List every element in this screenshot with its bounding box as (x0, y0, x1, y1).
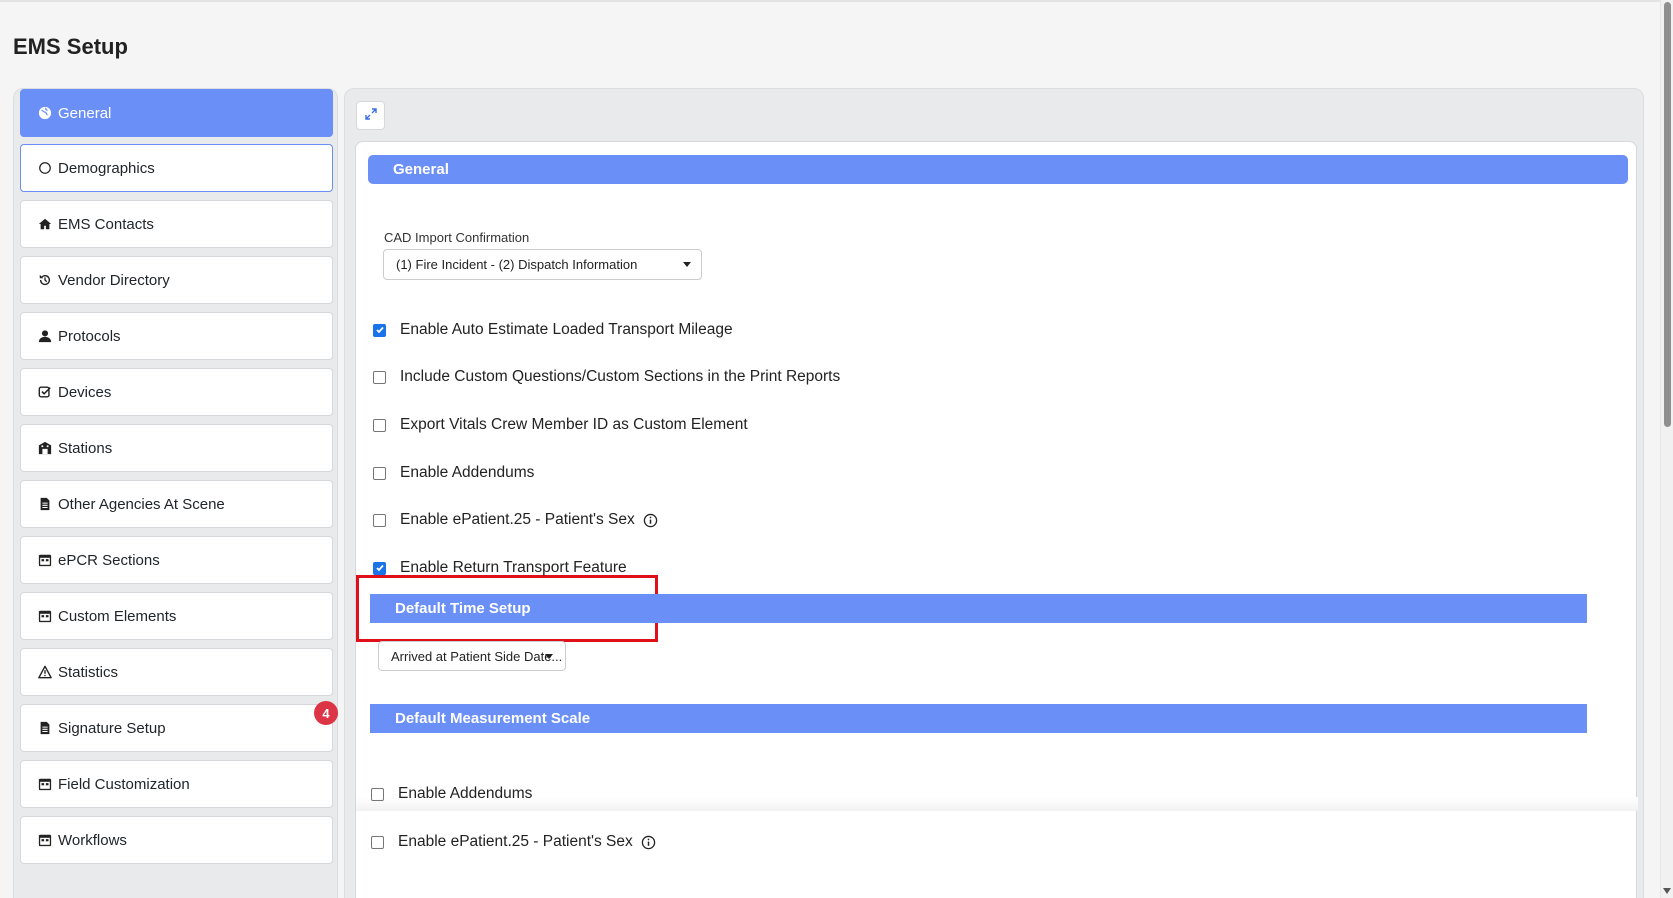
sidebar-item-protocols[interactable]: Protocols (20, 312, 333, 360)
section-divider (356, 797, 1638, 811)
checkbox-label: Enable Addendums (398, 785, 533, 802)
default-time-value: Arrived at Patient Side Date... (391, 648, 563, 664)
calendar-icon (38, 777, 52, 791)
sidebar-item-other-agencies[interactable]: Other Agencies At Scene (20, 480, 333, 528)
checkbox-patient-sex[interactable] (373, 513, 386, 527)
file-icon (38, 497, 52, 511)
sidebar-item-label: Devices (58, 383, 112, 401)
checkbox-custom-questions[interactable] (373, 370, 386, 384)
checkbox-auto-estimate[interactable] (373, 323, 386, 337)
checkbox-label: Enable Return Transport Feature (400, 559, 627, 576)
checkbox-row-export-vitals: Export Vitals Crew Member ID as Custom E… (373, 416, 748, 434)
checkbox-row-addendums-2: Enable Addendums (371, 785, 532, 803)
circle-icon (38, 161, 52, 175)
sidebar-item-label: Vendor Directory (58, 271, 170, 289)
file-icon (38, 721, 52, 735)
sidebar-item-stations[interactable]: Stations (20, 424, 333, 472)
settings-card: General CAD Import Confirmation (1) Fire… (355, 141, 1638, 898)
checkbox-return-transport[interactable] (373, 561, 386, 575)
checkbox-label: Enable ePatient.25 - Patient's Sex (398, 833, 633, 850)
expand-icon (364, 107, 377, 125)
checkbox-row-auto-estimate: Enable Auto Estimate Loaded Transport Mi… (373, 321, 733, 339)
top-border (0, 0, 1660, 2)
checkbox-patient-sex-2[interactable] (371, 835, 384, 849)
checkbox-label: Enable Auto Estimate Loaded Transport Mi… (400, 321, 733, 338)
user-icon (38, 329, 52, 343)
sidebar-item-vendor-directory[interactable]: Vendor Directory (20, 256, 333, 304)
sidebar-item-label: General (58, 104, 112, 122)
sidebar-item-demographics[interactable]: Demographics (20, 144, 333, 192)
sidebar-item-ems-contacts[interactable]: EMS Contacts (20, 200, 333, 248)
sidebar-item-label: Statistics (58, 663, 119, 681)
building-icon (38, 441, 52, 455)
sidebar-item-label: EMS Contacts (58, 215, 154, 233)
sidebar-item-label: Demographics (58, 159, 155, 177)
sidebar-item-label: Custom Elements (58, 607, 177, 625)
info-icon[interactable] (641, 835, 656, 850)
globe-icon (38, 106, 52, 120)
checkbox-label: Export Vitals Crew Member ID as Custom E… (400, 416, 748, 433)
default-time-select[interactable]: Arrived at Patient Side Date... (378, 641, 566, 671)
sidebar-item-label: Field Customization (58, 775, 190, 793)
sidebar-item-label: Stations (58, 439, 113, 457)
sidebar-item-label: Signature Setup (58, 719, 166, 737)
chevron-down-icon (545, 654, 553, 659)
sidebar-item-label: ePCR Sections (58, 551, 160, 569)
sidebar-item-epcr-sections[interactable]: ePCR Sections (20, 536, 333, 584)
scrollbar-thumb[interactable] (1664, 2, 1671, 427)
calendar-icon (38, 833, 52, 847)
checkbox-label: Include Custom Questions/Custom Sections… (400, 368, 841, 385)
warning-icon (38, 665, 52, 679)
cad-import-label: CAD Import Confirmation (384, 230, 530, 245)
sidebar-item-label: Other Agencies At Scene (58, 495, 225, 513)
sidebar-item-statistics[interactable]: Statistics (20, 648, 333, 696)
main-panel: General CAD Import Confirmation (1) Fire… (344, 88, 1644, 898)
cad-import-select[interactable]: (1) Fire Incident - (2) Dispatch Informa… (383, 249, 702, 280)
page-scrollbar[interactable] (1660, 0, 1673, 898)
notification-badge: 4 (314, 701, 338, 725)
page-title: EMS Setup (13, 34, 128, 59)
section-header-measurement-scale: Default Measurement Scale (370, 704, 1587, 733)
cad-import-value: (1) Fire Incident - (2) Dispatch Informa… (396, 257, 638, 272)
scroll-down-arrow-icon[interactable] (1663, 888, 1671, 894)
chevron-down-icon (683, 262, 691, 267)
history-icon (38, 273, 52, 287)
sidebar-item-label: Workflows (58, 831, 127, 849)
checkbox-row-return-transport: Enable Return Transport Feature (373, 559, 627, 577)
section-header-general: General (368, 155, 1628, 184)
checkbox-label: Enable ePatient.25 - Patient's Sex (400, 511, 635, 528)
info-icon[interactable] (643, 513, 658, 528)
sidebar-item-general[interactable]: General (20, 89, 333, 137)
checkbox-row-addendums: Enable Addendums (373, 464, 534, 482)
check-square-icon (38, 385, 52, 399)
sidebar-item-signature-setup[interactable]: Signature Setup 4 (20, 701, 338, 752)
expand-button[interactable] (356, 101, 385, 130)
sidebar-item-devices[interactable]: Devices (20, 368, 333, 416)
checkbox-row-custom-questions: Include Custom Questions/Custom Sections… (373, 368, 840, 386)
sidebar: General Demographics EMS Contacts Vendor… (13, 88, 338, 898)
sidebar-item-workflows[interactable]: Workflows (20, 816, 333, 864)
checkbox-export-vitals[interactable] (373, 418, 386, 432)
checkbox-row-patient-sex: Enable ePatient.25 - Patient's Sex (373, 511, 658, 529)
calendar-icon (38, 609, 52, 623)
sidebar-item-field-customization[interactable]: Field Customization (20, 760, 333, 808)
sidebar-item-label: Protocols (58, 327, 121, 345)
checkbox-addendums[interactable] (373, 466, 386, 480)
checkbox-label: Enable Addendums (400, 464, 535, 481)
home-icon (38, 217, 52, 231)
checkbox-addendums-2[interactable] (371, 787, 384, 801)
checkbox-row-patient-sex-2: Enable ePatient.25 - Patient's Sex (371, 833, 656, 851)
calendar-icon (38, 553, 52, 567)
section-header-default-time: Default Time Setup (370, 594, 1587, 623)
sidebar-item-custom-elements[interactable]: Custom Elements (20, 592, 333, 640)
